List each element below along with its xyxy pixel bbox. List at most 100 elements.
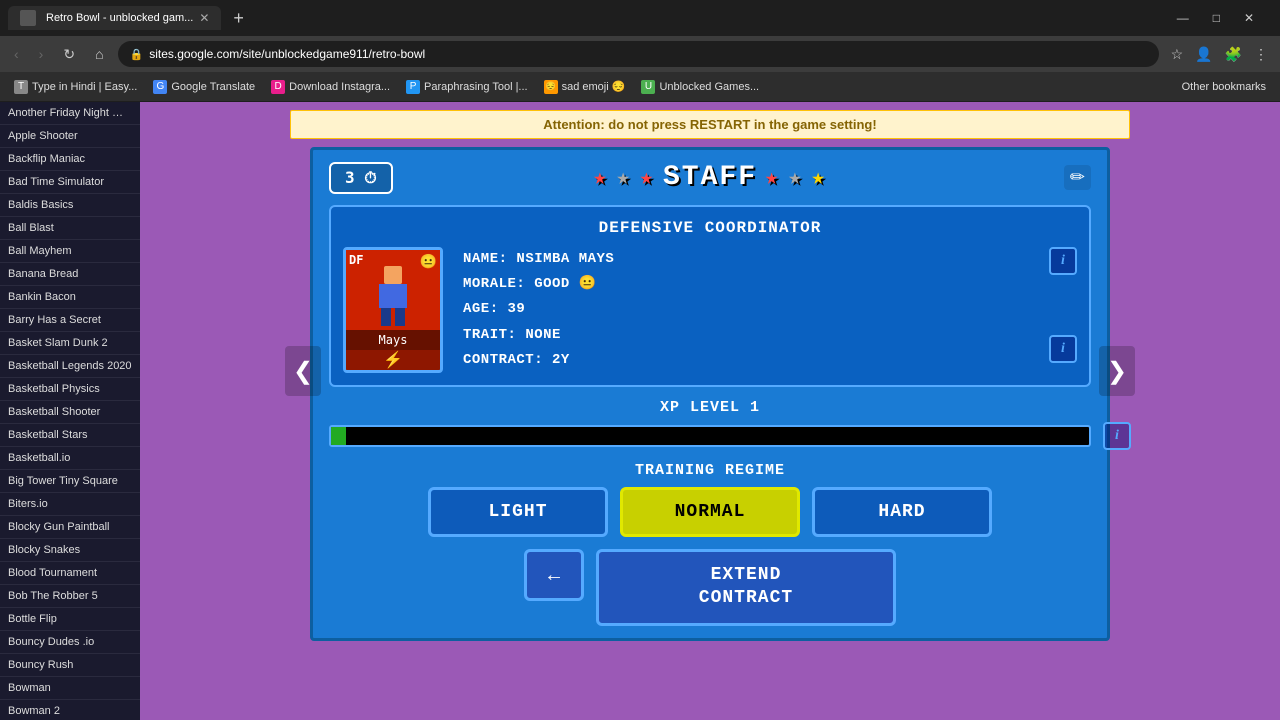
star-red-3: ★ (765, 165, 780, 191)
player-name-plate: Mays (346, 330, 440, 350)
sidebar-item-ball-blast[interactable]: Ball Blast (0, 217, 140, 240)
bookmark-label-other: Other bookmarks (1182, 81, 1266, 93)
minimize-button[interactable]: — (1171, 9, 1195, 27)
game-wrapper: 3 ⏱ ★ ★ ★ STAFF ★ ★ ★ ✏ ❮ (310, 147, 1110, 641)
bookmark-unblocked-games[interactable]: U Unblocked Games... (635, 78, 765, 96)
detail-morale: MORALE: GOOD 😐 (463, 272, 1029, 297)
contract-value: 2Y (552, 352, 570, 368)
detail-name: NAME: NSIMBA MAYS (463, 247, 1029, 272)
bookmark-sad-emoji[interactable]: 😔 sad emoji 😔 (538, 78, 632, 96)
player-body (379, 284, 407, 308)
sidebar-item-bankin-bacon[interactable]: Bankin Bacon (0, 286, 140, 309)
xp-info-button[interactable]: i (1103, 422, 1131, 450)
sidebar-item-baldis[interactable]: Baldis Basics (0, 194, 140, 217)
new-tab-button[interactable]: + (225, 8, 252, 29)
xp-bar-outer (329, 425, 1091, 447)
page-content: Another Friday Night mod Apple Shooter B… (0, 102, 1280, 720)
attention-bar: Attention: do not press RESTART in the g… (290, 110, 1130, 139)
reload-button[interactable]: ↻ (57, 44, 81, 65)
training-hard-button[interactable]: HARD (812, 487, 992, 537)
edit-button[interactable]: ✏ (1064, 165, 1091, 190)
profile-icon[interactable]: 👤 (1191, 44, 1216, 65)
forward-button[interactable]: › (33, 44, 50, 64)
staff-card: DEFENSIVE COORDINATOR DF 😐 (329, 205, 1091, 387)
sidebar-item-backflip-maniac[interactable]: Backflip Maniac (0, 148, 140, 171)
menu-icon[interactable]: ⋮ (1250, 44, 1272, 65)
sidebar-item-bowman[interactable]: Bowman (0, 677, 140, 700)
maximize-button[interactable]: □ (1207, 9, 1226, 27)
sidebar-item-bad-time[interactable]: Bad Time Simulator (0, 171, 140, 194)
morale-label: MORALE: (463, 276, 525, 292)
sidebar-item-another-friday[interactable]: Another Friday Night mod (0, 102, 140, 125)
nav-left-arrow[interactable]: ❮ (285, 346, 321, 396)
address-bar[interactable]: 🔒 sites.google.com/site/unblockedgame911… (118, 41, 1159, 67)
sidebar-item-basketball-io[interactable]: Basketball.io (0, 447, 140, 470)
sidebar-item-bob-robber[interactable]: Bob The Robber 5 (0, 585, 140, 608)
home-button[interactable]: ⌂ (89, 44, 109, 64)
bookmark-paraphrasing[interactable]: P Paraphrasing Tool |... (400, 78, 534, 96)
sidebar-item-ball-mayhem[interactable]: Ball Mayhem (0, 240, 140, 263)
bookmark-star-icon[interactable]: ☆ (1167, 44, 1188, 65)
bookmark-google-translate[interactable]: G Google Translate (147, 78, 261, 96)
navigation-bar: ‹ › ↻ ⌂ 🔒 sites.google.com/site/unblocke… (0, 36, 1280, 72)
card-area: ❮ DEFENSIVE COORDINATOR DF 😐 (329, 205, 1091, 537)
sidebar-item-bowman-2[interactable]: Bowman 2 (0, 700, 140, 720)
sidebar-item-big-tower[interactable]: Big Tower Tiny Square (0, 470, 140, 493)
training-section: TRAINING REGIME LIGHT NORMAL HARD (329, 462, 1091, 537)
bookmark-download-instagram[interactable]: D Download Instagra... (265, 78, 396, 96)
sidebar-item-bottle-flip[interactable]: Bottle Flip (0, 608, 140, 631)
star-gold: ★ (812, 165, 827, 191)
close-window-button[interactable]: ✕ (1238, 9, 1260, 27)
back-button-game[interactable]: ← (524, 549, 584, 601)
sidebar-item-apple-shooter[interactable]: Apple Shooter (0, 125, 140, 148)
sidebar-item-basketball-shooter[interactable]: Basketball Shooter (0, 401, 140, 424)
training-title: TRAINING REGIME (329, 462, 1091, 479)
bookmark-label-paraphrasing: Paraphrasing Tool |... (424, 81, 528, 93)
sidebar-item-blood-tournament[interactable]: Blood Tournament (0, 562, 140, 585)
bookmark-label-google-translate: Google Translate (171, 81, 255, 93)
sidebar-item-biters[interactable]: Biters.io (0, 493, 140, 516)
xp-bar-container: i (329, 422, 1091, 450)
back-button[interactable]: ‹ (8, 44, 25, 64)
bookmark-label-unblocked-games: Unblocked Games... (659, 81, 759, 93)
sidebar-item-banana-bread[interactable]: Banana Bread (0, 263, 140, 286)
staff-title-text: STAFF (663, 162, 757, 193)
bookmark-other[interactable]: Other bookmarks (1176, 79, 1272, 95)
info-button-bottom[interactable]: i (1049, 335, 1077, 363)
sidebar-item-basketball-stars[interactable]: Basketball Stars (0, 424, 140, 447)
tab-bar: Retro Bowl - unblocked gam... ✕ + — □ ✕ (0, 0, 1280, 36)
player-leg-right (395, 308, 405, 326)
active-tab[interactable]: Retro Bowl - unblocked gam... ✕ (8, 6, 221, 30)
sidebar: Another Friday Night mod Apple Shooter B… (0, 102, 140, 720)
bookmark-label-type-hindi: Type in Hindi | Easy... (32, 81, 137, 93)
sidebar-item-barry[interactable]: Barry Has a Secret (0, 309, 140, 332)
sidebar-item-basketball-legends[interactable]: Basketball Legends 2020 (0, 355, 140, 378)
portrait-inner: DF 😐 (346, 250, 440, 330)
sidebar-item-blocky-gun[interactable]: Blocky Gun Paintball (0, 516, 140, 539)
nav-right-arrow[interactable]: ❯ (1099, 346, 1135, 396)
bookmark-label-download-instagram: Download Instagra... (289, 81, 390, 93)
training-light-button[interactable]: LIGHT (428, 487, 608, 537)
bookmark-type-hindi[interactable]: T Type in Hindi | Easy... (8, 78, 143, 96)
info-button-top[interactable]: i (1049, 247, 1077, 275)
xp-title: XP LEVEL 1 (329, 399, 1091, 416)
tab-close-button[interactable]: ✕ (199, 11, 209, 25)
trait-label: TRAIT: (463, 327, 516, 343)
section-title: DEFENSIVE COORDINATOR (343, 219, 1077, 237)
sidebar-item-basket-slam[interactable]: Basket Slam Dunk 2 (0, 332, 140, 355)
sidebar-item-bouncy-dudes[interactable]: Bouncy Dudes .io (0, 631, 140, 654)
sidebar-item-basketball-physics[interactable]: Basketball Physics (0, 378, 140, 401)
training-normal-button[interactable]: NORMAL (620, 487, 800, 537)
extend-contract-button[interactable]: EXTENDCONTRACT (596, 549, 896, 626)
player-leg-left (381, 308, 391, 326)
sidebar-item-bouncy-rush[interactable]: Bouncy Rush (0, 654, 140, 677)
star-red-1: ★ (593, 165, 608, 191)
window-controls: — □ ✕ (1159, 9, 1272, 27)
xp-bar-fill (331, 427, 346, 445)
star-red-2: ★ (640, 165, 655, 191)
back-arrow-icon: ← (544, 564, 564, 587)
bookmark-icon-sad-emoji: 😔 (544, 80, 558, 94)
main-content: Attention: do not press RESTART in the g… (140, 102, 1280, 720)
extensions-icon[interactable]: 🧩 (1221, 44, 1246, 65)
sidebar-item-blocky-snakes[interactable]: Blocky Snakes (0, 539, 140, 562)
